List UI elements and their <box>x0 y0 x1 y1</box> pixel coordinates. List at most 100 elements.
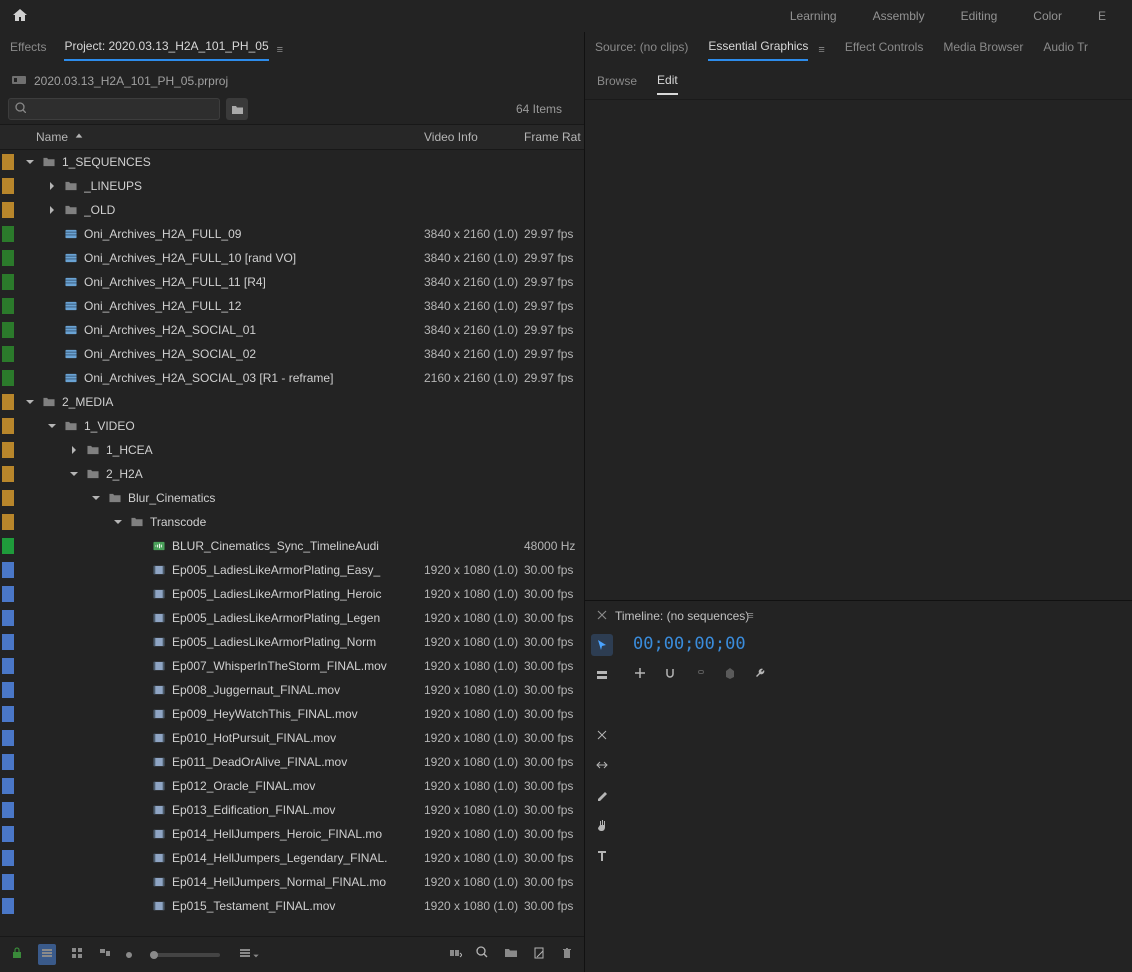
find-button[interactable] <box>476 946 490 963</box>
thumbnail-zoom-slider[interactable] <box>150 953 220 957</box>
project-row[interactable]: Ep011_DeadOrAlive_FINAL.mov1920 x 1080 (… <box>0 750 584 774</box>
project-row[interactable]: Transcode <box>0 510 584 534</box>
snap-icon[interactable] <box>663 666 677 683</box>
project-row[interactable]: Ep009_HeyWatchThis_FINAL.mov1920 x 1080 … <box>0 702 584 726</box>
project-row[interactable]: Oni_Archives_H2A_SOCIAL_023840 x 2160 (1… <box>0 342 584 366</box>
project-row[interactable]: 1_VIDEO <box>0 414 584 438</box>
label-color-chip[interactable] <box>2 346 14 362</box>
label-color-chip[interactable] <box>2 466 14 482</box>
chevron-right-icon[interactable] <box>46 204 58 216</box>
project-row[interactable]: Oni_Archives_H2A_FULL_10 [rand VO]3840 x… <box>0 246 584 270</box>
project-row[interactable]: Ep012_Oracle_FINAL.mov1920 x 1080 (1.0)3… <box>0 774 584 798</box>
label-color-chip[interactable] <box>2 298 14 314</box>
new-bin-button[interactable] <box>504 946 518 963</box>
label-color-chip[interactable] <box>2 322 14 338</box>
label-color-chip[interactable] <box>2 178 14 194</box>
track-select-tool[interactable] <box>591 664 613 686</box>
home-icon[interactable] <box>8 7 28 26</box>
auto-sequence-button[interactable] <box>448 946 462 963</box>
workspace-assembly[interactable]: Assembly <box>855 0 943 32</box>
label-color-chip[interactable] <box>2 826 14 842</box>
label-color-chip[interactable] <box>2 418 14 434</box>
chevron-right-icon[interactable] <box>68 444 80 456</box>
label-color-chip[interactable] <box>2 490 14 506</box>
chevron-down-icon[interactable] <box>24 156 36 168</box>
chevron-down-icon[interactable] <box>24 396 36 408</box>
label-color-chip[interactable] <box>2 274 14 290</box>
slip-tool[interactable] <box>591 754 613 776</box>
chevron-down-icon[interactable] <box>46 420 58 432</box>
razor-tool[interactable] <box>591 724 613 746</box>
project-row[interactable]: _OLD <box>0 198 584 222</box>
pen-tool[interactable] <box>591 784 613 806</box>
label-color-chip[interactable] <box>2 562 14 578</box>
label-color-chip[interactable] <box>2 778 14 794</box>
lock-icon[interactable] <box>10 946 24 963</box>
project-row[interactable]: Ep010_HotPursuit_FINAL.mov1920 x 1080 (1… <box>0 726 584 750</box>
label-color-chip[interactable] <box>2 682 14 698</box>
panel-menu-icon[interactable]: ≡ <box>818 44 824 56</box>
project-row[interactable]: Ep007_WhisperInTheStorm_FINAL.mov1920 x … <box>0 654 584 678</box>
tab-audio-track[interactable]: Audio Tr <box>1043 40 1088 60</box>
label-color-chip[interactable] <box>2 610 14 626</box>
label-color-chip[interactable] <box>2 850 14 866</box>
tab-essential-graphics[interactable]: Essential Graphics <box>708 39 808 61</box>
project-row[interactable]: Ep014_HellJumpers_Normal_FINAL.mo1920 x … <box>0 870 584 894</box>
label-color-chip[interactable] <box>2 706 14 722</box>
project-row[interactable]: 2_H2A <box>0 462 584 486</box>
freeform-view-button[interactable] <box>98 946 112 963</box>
workspace-learning[interactable]: Learning <box>772 0 855 32</box>
tab-source[interactable]: Source: (no clips) <box>595 40 688 60</box>
close-panel-icon[interactable] <box>597 609 607 623</box>
marker-icon[interactable] <box>723 666 737 683</box>
project-row[interactable]: 1_HCEA <box>0 438 584 462</box>
label-color-chip[interactable] <box>2 730 14 746</box>
label-color-chip[interactable] <box>2 370 14 386</box>
project-row[interactable]: Ep013_Edification_FINAL.mov1920 x 1080 (… <box>0 798 584 822</box>
create-search-bin-button[interactable] <box>226 98 248 120</box>
project-row[interactable]: Ep005_LadiesLikeArmorPlating_Heroic1920 … <box>0 582 584 606</box>
subtab-browse[interactable]: Browse <box>597 74 637 94</box>
tab-effect-controls[interactable]: Effect Controls <box>845 40 923 60</box>
label-color-chip[interactable] <box>2 154 14 170</box>
project-row[interactable]: BLUR_Cinematics_Sync_TimelineAudi48000 H… <box>0 534 584 558</box>
project-row[interactable]: Ep005_LadiesLikeArmorPlating_Legen1920 x… <box>0 606 584 630</box>
chevron-right-icon[interactable] <box>46 180 58 192</box>
chevron-down-icon[interactable] <box>112 516 124 528</box>
tab-effects[interactable]: Effects <box>10 40 46 60</box>
project-row[interactable]: Oni_Archives_H2A_SOCIAL_013840 x 2160 (1… <box>0 318 584 342</box>
project-row[interactable]: Oni_Archives_H2A_SOCIAL_03 [R1 - reframe… <box>0 366 584 390</box>
settings-icon[interactable] <box>753 666 767 683</box>
label-color-chip[interactable] <box>2 658 14 674</box>
project-row[interactable]: Oni_Archives_H2A_FULL_123840 x 2160 (1.0… <box>0 294 584 318</box>
sort-menu-button[interactable] <box>238 946 260 963</box>
new-item-button[interactable] <box>532 946 546 963</box>
panel-menu-icon[interactable]: ≡ <box>277 44 283 56</box>
project-row[interactable]: _LINEUPS <box>0 174 584 198</box>
subtab-edit[interactable]: Edit <box>657 73 678 95</box>
label-color-chip[interactable] <box>2 754 14 770</box>
label-color-chip[interactable] <box>2 898 14 914</box>
timecode-display[interactable]: 00;00;00;00 <box>619 630 1132 658</box>
chevron-down-icon[interactable] <box>68 468 80 480</box>
label-color-chip[interactable] <box>2 802 14 818</box>
workspace-color[interactable]: Color <box>1015 0 1080 32</box>
linked-selection-icon[interactable] <box>693 666 707 683</box>
project-row[interactable]: Ep014_HellJumpers_Legendary_FINAL.1920 x… <box>0 846 584 870</box>
insert-icon[interactable] <box>633 666 647 683</box>
project-row[interactable]: Ep005_LadiesLikeArmorPlating_Easy_1920 x… <box>0 558 584 582</box>
list-view-button[interactable] <box>38 944 56 965</box>
column-header-video-info[interactable]: Video Info <box>424 130 524 144</box>
hand-tool[interactable] <box>591 814 613 836</box>
workspace-editing[interactable]: Editing <box>943 0 1016 32</box>
selection-tool[interactable] <box>591 634 613 656</box>
type-tool[interactable] <box>591 844 613 866</box>
label-color-chip[interactable] <box>2 514 14 530</box>
tab-project[interactable]: Project: 2020.03.13_H2A_101_PH_05 <box>64 39 268 61</box>
panel-menu-icon[interactable]: ≡ <box>747 610 753 622</box>
tab-media-browser[interactable]: Media Browser <box>943 40 1023 60</box>
project-search-input[interactable] <box>8 98 220 120</box>
label-color-chip[interactable] <box>2 394 14 410</box>
project-row[interactable]: Ep015_Testament_FINAL.mov1920 x 1080 (1.… <box>0 894 584 918</box>
label-color-chip[interactable] <box>2 586 14 602</box>
